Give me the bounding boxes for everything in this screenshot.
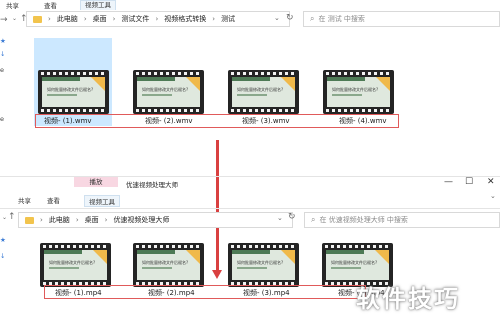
win2-tab-video-tools[interactable]: 视频工具: [84, 195, 120, 207]
win2-ribbon-expand-icon[interactable]: ⌄: [490, 192, 496, 200]
video-thumbnail[interactable]: 如何批量修改文件后缀名?: [40, 243, 111, 287]
win2-refresh-icon[interactable]: ↻: [288, 212, 296, 222]
win2-context-tab-play[interactable]: 播放: [74, 177, 118, 187]
chevron-right-icon: ›: [83, 15, 87, 23]
win1-address-dropdown-icon[interactable]: ⌄: [274, 14, 280, 22]
maximize-icon[interactable]: ☐: [465, 177, 473, 187]
win1-file-4-name[interactable]: 视频- (4).wmv: [339, 116, 387, 126]
watermark-text: 软件技巧: [356, 285, 460, 313]
win1-address-bar[interactable]: › 此电脑 › 桌面 › 测试文件 › 视频格式转换 › 测试: [26, 11, 290, 27]
win2-address-bar[interactable]: › 此电脑 › 桌面 › 优速视频处理大师: [18, 212, 293, 228]
minimize-icon[interactable]: —: [444, 177, 453, 187]
win1-search-box[interactable]: ⌕ 在 测试 中搜索: [303, 11, 500, 27]
close-icon[interactable]: ✕: [487, 177, 495, 187]
search-icon: ⌕: [310, 14, 315, 23]
win1-tab-view[interactable]: 查看: [44, 0, 57, 10]
chevron-right-icon: ›: [40, 216, 43, 224]
chevron-right-icon: ›: [104, 216, 108, 224]
win2-crumb-this-pc[interactable]: 此电脑: [49, 215, 70, 225]
win1-refresh-icon[interactable]: ↻: [286, 13, 294, 23]
win2-file-2-name[interactable]: 视频- (2).mp4: [148, 288, 195, 298]
win1-crumb-this-pc[interactable]: 此电脑: [57, 14, 78, 24]
win2-tab-view[interactable]: 查看: [47, 195, 60, 205]
chevron-right-icon: ›: [212, 15, 216, 23]
win2-ribbon-divider: [0, 208, 500, 209]
win2-history-dropdown-icon[interactable]: ⌄: [2, 214, 7, 221]
chevron-right-icon: ›: [48, 15, 51, 23]
win1-forward-icon[interactable]: →: [0, 15, 8, 25]
arrow-down-icon: [212, 270, 222, 279]
win2-file-3-name[interactable]: 视频- (3).mp4: [243, 288, 290, 298]
win2-address-folder-icon: [25, 216, 34, 224]
video-thumbnail[interactable]: 如何批量修改文件后缀名?: [228, 70, 299, 114]
win1-crumb-video-convert[interactable]: 视频格式转换: [164, 14, 206, 24]
win2-file-1-name[interactable]: 视频- (1).mp4: [55, 288, 102, 298]
win1-file-2-name[interactable]: 视频- (2).wmv: [145, 116, 193, 126]
win2-crumb-yousu[interactable]: 优速视频处理大师: [113, 215, 169, 225]
win1-side-label-2[interactable]: e: [0, 115, 4, 123]
quick-access-pin-icon[interactable]: ↓: [0, 50, 5, 58]
chevron-right-icon: ›: [155, 15, 159, 23]
win1-history-dropdown-icon[interactable]: ⌄: [12, 15, 17, 22]
win1-file-3-name[interactable]: 视频- (3).wmv: [242, 116, 290, 126]
conversion-arrow: [216, 140, 219, 272]
win1-address-folder-icon: [33, 15, 42, 23]
win2-crumb-desktop[interactable]: 桌面: [85, 215, 99, 225]
video-thumbnail[interactable]: 如何批量修改文件后缀名?: [323, 70, 394, 114]
search-icon: ⌕: [311, 215, 316, 224]
video-thumbnail[interactable]: 如何批量修改文件后缀名?: [228, 243, 299, 287]
win2-search-placeholder[interactable]: 在 优速视频处理大师 中搜索: [319, 215, 407, 225]
win1-tab-share[interactable]: 共享: [6, 0, 19, 10]
win2-up-icon[interactable]: ↑: [8, 212, 16, 222]
video-thumbnail[interactable]: 如何批量修改文件后缀名?: [133, 243, 204, 287]
win1-ribbon-tabs: 共享 查看 视频工具: [0, 0, 500, 10]
win1-search-placeholder[interactable]: 在 测试 中搜索: [318, 14, 364, 24]
win2-address-dropdown-icon[interactable]: ⌄: [277, 214, 283, 222]
win2-tab-share[interactable]: 共享: [18, 195, 31, 205]
win2-search-box[interactable]: ⌕ 在 优速视频处理大师 中搜索: [304, 212, 500, 228]
video-thumbnail[interactable]: 如何批量修改文件后缀名?: [38, 70, 109, 114]
win1-side-label-1[interactable]: e: [0, 66, 4, 74]
video-thumbnail[interactable]: 如何批量修改文件后缀名?: [133, 70, 204, 114]
win1-crumb-desktop[interactable]: 桌面: [93, 14, 107, 24]
win1-file-1-name[interactable]: 视频- (1).wmv: [44, 116, 92, 126]
win1-crumb-test[interactable]: 测试: [221, 14, 235, 24]
quick-access-star-icon[interactable]: ★: [0, 37, 6, 45]
win1-tab-video-tools[interactable]: 视频工具: [80, 0, 116, 10]
win1-crumb-test-files[interactable]: 测试文件: [121, 14, 149, 24]
chevron-right-icon: ›: [112, 15, 116, 23]
win2-quick-access-star-icon[interactable]: ★: [0, 236, 6, 244]
win2-window-title: 优速视频处理大师: [126, 181, 178, 189]
chevron-right-icon: ›: [75, 216, 79, 224]
win2-quick-access-pin-icon[interactable]: ↓: [0, 252, 5, 260]
